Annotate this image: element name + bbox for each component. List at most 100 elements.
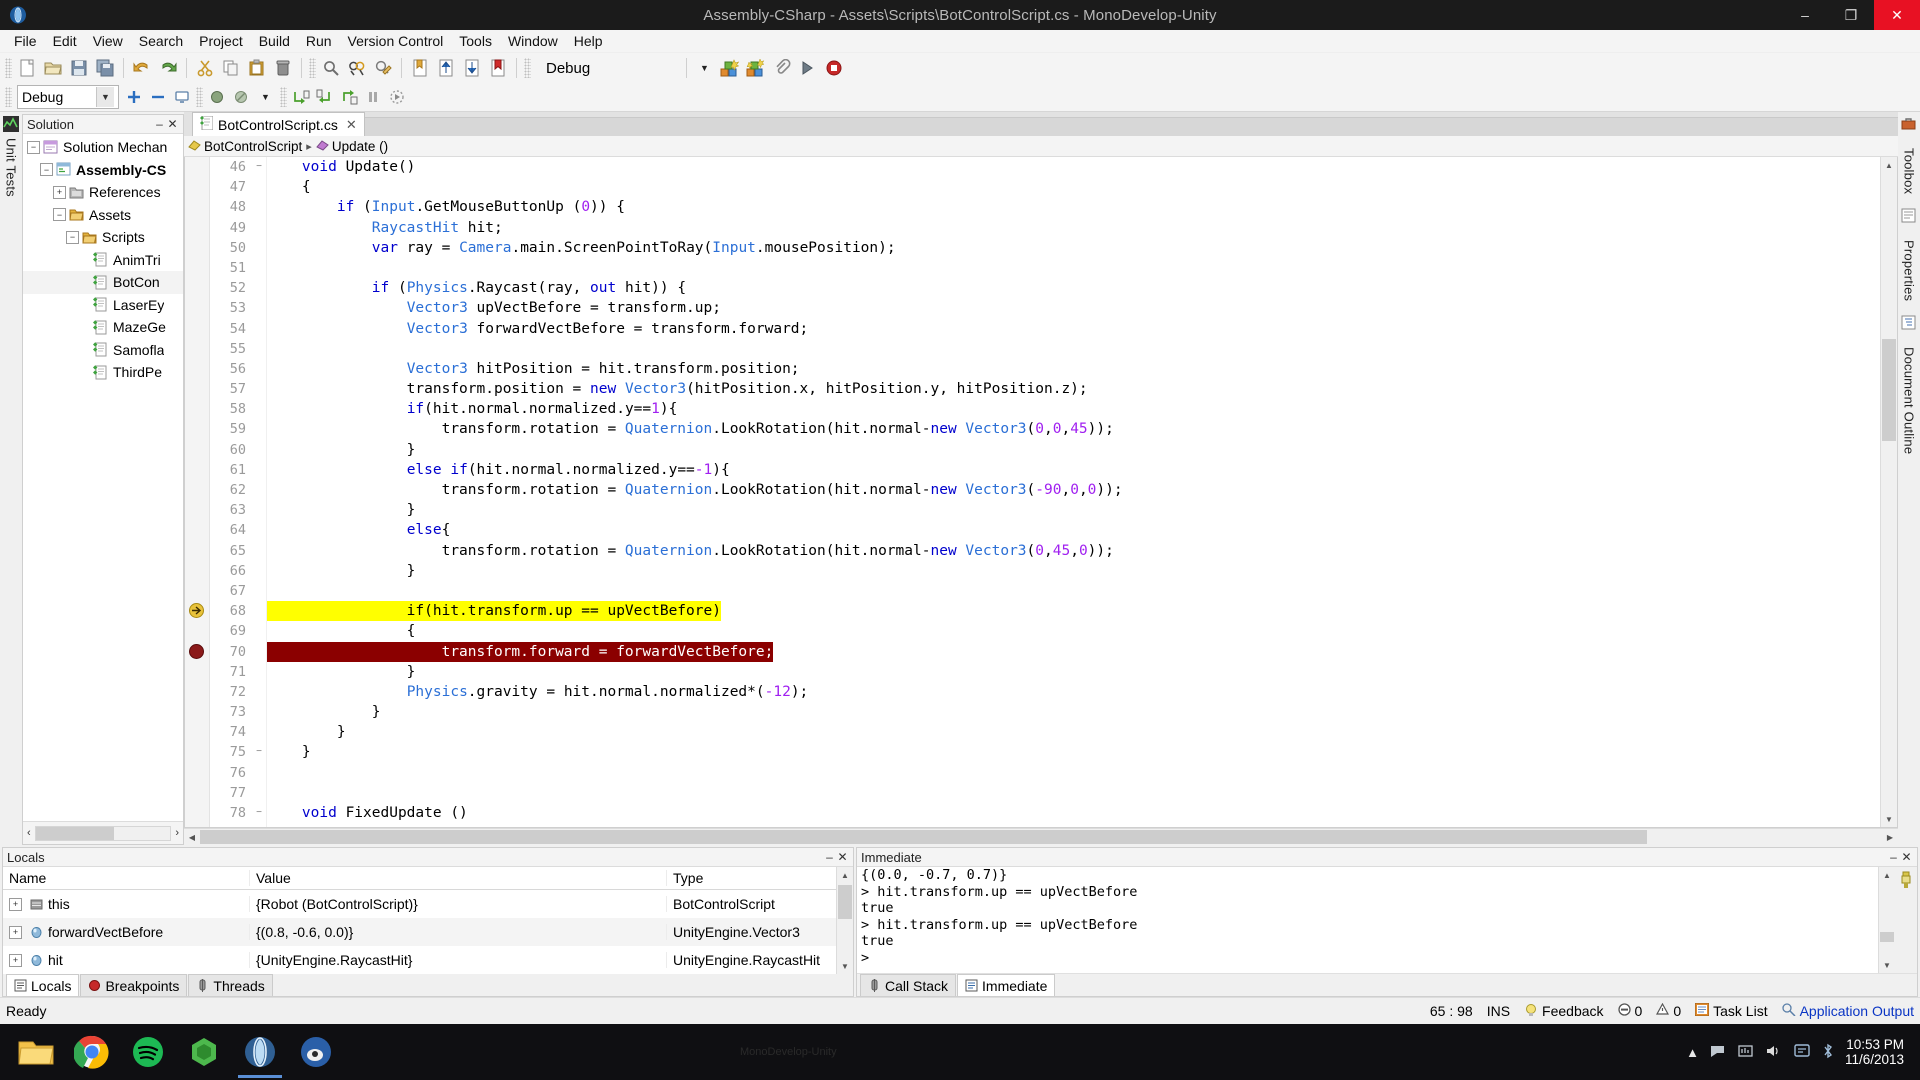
network-flag-icon[interactable] xyxy=(1709,1043,1727,1062)
scroll-track[interactable] xyxy=(200,829,1882,845)
solution-tree-item-thirdpe[interactable]: ThirdPe xyxy=(23,361,183,384)
scroll-left-icon[interactable]: ◀ xyxy=(184,829,200,845)
scroll-down-icon[interactable]: ▼ xyxy=(1881,811,1897,827)
code-line[interactable]: if(hit.normal.normalized.y==1){ xyxy=(267,399,1880,419)
volume-icon[interactable] xyxy=(1765,1043,1783,1062)
locals-row[interactable]: + this {Robot (BotControlScript)} BotContro… xyxy=(3,890,836,918)
scroll-track[interactable] xyxy=(837,883,853,958)
minimize-button[interactable]: – xyxy=(1782,0,1828,30)
solution-pad-minimize[interactable]: – xyxy=(153,118,166,130)
maximize-button[interactable]: ❐ xyxy=(1828,0,1874,30)
immediate-vertical-scrollbar[interactable]: ▲ ▼ xyxy=(1878,867,1895,973)
code-line[interactable]: } xyxy=(267,742,1880,762)
code-line[interactable] xyxy=(267,763,1880,783)
editor-vertical-scrollbar[interactable]: ▲ ▼ xyxy=(1880,157,1897,827)
debugger-tab-breakpoints[interactable]: Breakpoints xyxy=(80,974,188,996)
editor-horizontal-scrollbar[interactable]: ◀ ▶ xyxy=(184,828,1898,845)
copy-icon[interactable] xyxy=(218,55,244,81)
new-file-icon[interactable] xyxy=(14,55,40,81)
scroll-up-icon[interactable]: ▲ xyxy=(1881,157,1897,173)
code-line[interactable]: transform.rotation = Quaternion.LookRota… xyxy=(267,541,1880,561)
solution-tree-item-scripts[interactable]: − Scripts xyxy=(23,226,183,249)
error-status[interactable]: 0 xyxy=(1617,1003,1642,1019)
breakpoint-dropdown-icon[interactable]: ▼ xyxy=(261,92,270,102)
scroll-down-icon[interactable]: ▼ xyxy=(1879,957,1895,973)
code-line[interactable]: var ray = Camera.main.ScreenPointToRay(I… xyxy=(267,238,1880,258)
code-line[interactable]: void Update() xyxy=(267,157,1880,177)
scroll-up-icon[interactable]: ▲ xyxy=(837,867,853,883)
taskbar-clock[interactable]: 10:53 PM 11/6/2013 xyxy=(1845,1037,1910,1067)
scroll-right-icon[interactable]: ▶ xyxy=(1882,829,1898,845)
solution-hscrollbar[interactable]: ‹ › xyxy=(23,821,183,844)
bluetooth-icon[interactable] xyxy=(1821,1043,1835,1062)
code-line[interactable] xyxy=(267,258,1880,278)
file-explorer-icon[interactable] xyxy=(8,1026,64,1078)
expand-icon[interactable]: + xyxy=(9,925,22,939)
bookmark-prev-icon[interactable] xyxy=(433,55,459,81)
monodevelop-icon[interactable] xyxy=(232,1026,288,1078)
locals-rows[interactable]: + this {Robot (BotControlScript)} BotContro… xyxy=(3,890,836,974)
menu-search[interactable]: Search xyxy=(131,31,191,51)
debugger-tab-locals[interactable]: Locals xyxy=(6,974,80,996)
menu-file[interactable]: File xyxy=(6,31,45,51)
breakpoint-marker[interactable] xyxy=(188,643,205,660)
solution-pad-close[interactable]: ✕ xyxy=(166,118,179,130)
code-line[interactable]: void FixedUpdate () xyxy=(267,803,1880,823)
scroll-left-icon[interactable]: ‹ xyxy=(27,827,31,839)
solution-tree[interactable]: − Solution Mechan − Assembly-CS + References −… xyxy=(23,134,183,821)
build-icon[interactable] xyxy=(717,55,743,81)
menu-window[interactable]: Window xyxy=(500,31,566,51)
scroll-thumb[interactable] xyxy=(1880,931,1894,943)
unit-tests-tab[interactable]: Unit Tests xyxy=(4,134,19,201)
close-button[interactable]: ✕ xyxy=(1874,0,1920,30)
code-line[interactable]: { xyxy=(267,621,1880,641)
scroll-up-icon[interactable]: ▲ xyxy=(1879,867,1895,883)
scroll-thumb[interactable] xyxy=(838,884,852,919)
bookmark-next-icon[interactable] xyxy=(459,55,485,81)
clear-pad-icon[interactable] xyxy=(1898,871,1914,892)
locals-cell-value[interactable]: {UnityEngine.RaycastHit} xyxy=(250,952,667,968)
find-in-files-icon[interactable] xyxy=(370,55,396,81)
immediate-console[interactable]: {(0.0, -0.7, 0.7)} > hit.transform.up == … xyxy=(857,867,1878,973)
stop-icon[interactable] xyxy=(821,55,847,81)
code-line[interactable]: Vector3 hitPosition = hit.transform.posi… xyxy=(267,359,1880,379)
step-over-icon[interactable] xyxy=(289,85,313,109)
open-file-icon[interactable] xyxy=(40,55,66,81)
execution-arrow-marker[interactable] xyxy=(188,602,205,619)
code-text[interactable]: void Update() { if (Input.GetMouseButton… xyxy=(267,157,1880,827)
scroll-down-icon[interactable]: ▼ xyxy=(837,958,853,974)
configuration-dropdown-icon[interactable]: ▼ xyxy=(700,63,709,73)
debugger-tab-immediate[interactable]: Immediate xyxy=(957,974,1056,996)
locals-cell-name[interactable]: + hit xyxy=(3,952,250,968)
attach-icon[interactable] xyxy=(769,55,795,81)
expand-icon[interactable]: + xyxy=(53,185,66,199)
locals-pad-minimize[interactable]: – xyxy=(823,851,836,863)
code-line[interactable]: Vector3 forwardVectBefore = transform.fo… xyxy=(267,319,1880,339)
pause-icon[interactable] xyxy=(361,85,385,109)
breakpoints-disable-icon[interactable] xyxy=(229,85,253,109)
scroll-right-icon[interactable]: › xyxy=(175,827,179,839)
code-line[interactable]: else{ xyxy=(267,520,1880,540)
locals-row[interactable]: + forwardVectBefore {(0.8, -0.6, 0.0)} Unit… xyxy=(3,918,836,946)
menu-view[interactable]: View xyxy=(85,31,131,51)
scroll-track[interactable] xyxy=(34,825,172,841)
code-line[interactable]: transform.rotation = Quaternion.LookRota… xyxy=(267,419,1880,439)
locals-cell-value[interactable]: {Robot (BotControlScript)} xyxy=(250,896,667,912)
save-icon[interactable] xyxy=(66,55,92,81)
solution-tree-item-references[interactable]: + References xyxy=(23,181,183,204)
menu-edit[interactable]: Edit xyxy=(45,31,85,51)
code-line[interactable]: } xyxy=(267,722,1880,742)
code-line[interactable]: } xyxy=(267,440,1880,460)
configuration-selector[interactable]: Debug xyxy=(536,57,678,79)
warning-status[interactable]: 0 xyxy=(1656,1002,1681,1019)
code-line-row[interactable]: transform.forward = forwardVectBefore; xyxy=(267,641,1880,662)
menu-run[interactable]: Run xyxy=(298,31,340,51)
locals-row[interactable]: + hit {UnityEngine.RaycastHit} UnityEngine.… xyxy=(3,946,836,974)
scroll-thumb[interactable] xyxy=(35,826,114,840)
breakpoint-icon[interactable] xyxy=(205,85,229,109)
solution-tree-item-laserey[interactable]: LaserEy xyxy=(23,294,183,317)
solution-tree-item-assembly-cs[interactable]: − Assembly-CS xyxy=(23,159,183,182)
menu-build[interactable]: Build xyxy=(251,31,298,51)
menu-project[interactable]: Project xyxy=(191,31,251,51)
run-icon[interactable] xyxy=(795,55,821,81)
